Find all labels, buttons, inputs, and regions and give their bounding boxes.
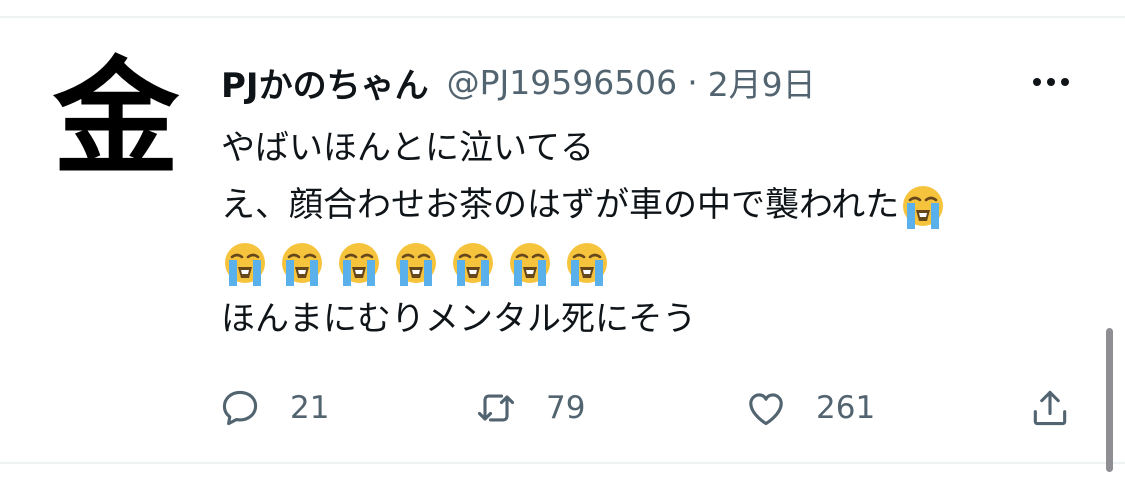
tweet-actions: 21 79 261 [0,380,1125,436]
more-options-button[interactable] [1026,62,1076,102]
like-button[interactable]: 261 [744,384,875,432]
share-icon [1033,390,1067,426]
scrollbar[interactable] [1106,328,1113,472]
loudly-crying-face-icon [221,240,269,288]
user-handle[interactable]: @PJ19596506 [447,63,678,102]
loudly-crying-face-icon [563,240,611,288]
retweet-button[interactable]: 79 [474,384,585,432]
loudly-crying-face-icon [506,240,554,288]
avatar[interactable]: 金 [46,48,186,188]
tweet-text-line-2: え、顔合わせお茶のはずが車の中で襲われた [221,177,1081,234]
retweet-count: 79 [546,390,586,426]
more-horizontal-icon [1033,78,1041,86]
display-name[interactable]: PJかのちゃん [221,58,429,107]
retweet-icon [477,394,515,422]
top-divider [0,16,1125,18]
tweet-text-line-3 [221,234,1081,291]
loudly-crying-face-icon [392,240,440,288]
loudly-crying-face-icon [449,240,497,288]
separator-dot: · [687,62,698,102]
loudly-crying-face-icon [335,240,383,288]
share-button[interactable] [1028,384,1072,432]
tweet-text: やばいほんとに泣いてる え、顔合わせお茶のはずが車の中で襲われた ほんまにむりメ… [221,120,1081,348]
tweet-text-line-1: やばいほんとに泣いてる [221,128,594,168]
tweet-date[interactable]: 2月9日 [708,58,816,106]
tweet-header: PJかのちゃん @PJ19596506 · 2月9日 [221,58,816,106]
loudly-crying-face-icon [899,183,947,231]
like-count: 261 [816,390,876,426]
tweet-text-line-4: ほんまにむりメンタル死にそう [221,299,697,339]
loudly-crying-face-icon [278,240,326,288]
reply-icon [222,390,258,426]
bottom-divider [0,462,1125,464]
reply-button[interactable]: 21 [218,384,329,432]
avatar-glyph: 金 [53,44,179,192]
reply-count: 21 [290,390,330,426]
heart-icon [749,393,783,426]
